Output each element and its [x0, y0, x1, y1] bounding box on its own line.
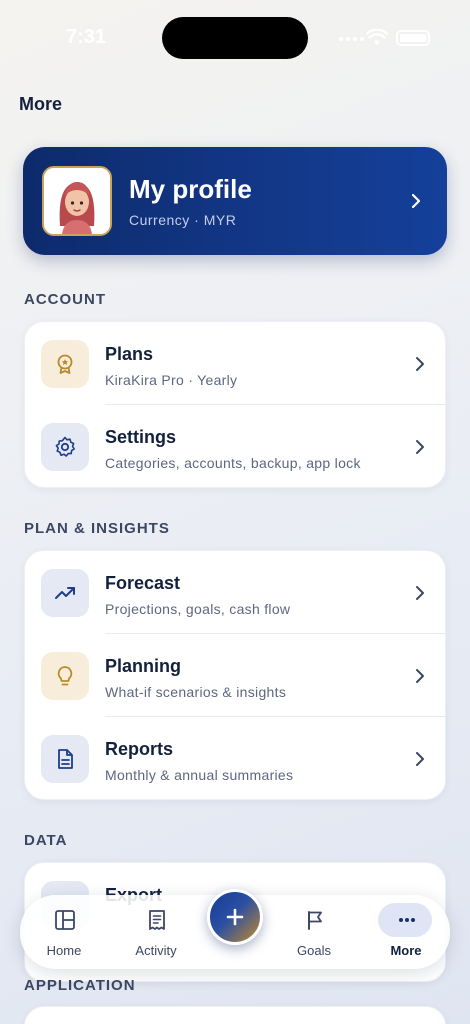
- list-item-subtitle: Projections, goals, cash flow: [105, 601, 291, 617]
- section-label-plan-insights: PLAN & INSIGHTS: [24, 520, 170, 537]
- trend-icon: [41, 569, 89, 617]
- list-item-planning[interactable]: Planning What-if scenarios & insights: [25, 634, 447, 717]
- tab-home[interactable]: Home: [24, 895, 104, 969]
- chevron-right-icon: [416, 357, 424, 371]
- tab-label: Activity: [135, 943, 177, 958]
- list-item-subtitle: Categories, accounts, backup, app lock: [105, 455, 361, 471]
- document-icon: [41, 735, 89, 783]
- dynamic-island: [162, 17, 308, 59]
- plus-icon: [226, 908, 244, 926]
- tab-label: Goals: [297, 943, 331, 958]
- tab-label: More: [390, 943, 422, 958]
- list-item-subtitle: Monthly & annual summaries: [105, 767, 294, 783]
- chevron-right-icon: [416, 669, 424, 683]
- battery-icon: [396, 30, 430, 46]
- gear-icon: [41, 423, 89, 471]
- list-item-title: Planning: [105, 656, 181, 676]
- more-dots-icon: [399, 918, 415, 922]
- cellular-signal-icon: [339, 37, 364, 41]
- chevron-right-icon: [416, 440, 424, 454]
- tab-label: Home: [46, 943, 82, 958]
- receipt-icon: [149, 910, 165, 930]
- profile-name: My profile: [129, 174, 252, 204]
- list-item-title: Settings: [105, 427, 177, 447]
- chevron-right-icon: [411, 193, 421, 209]
- list-item-subtitle: KiraKira Pro · Yearly: [105, 372, 238, 388]
- plan-insights-card: Forecast Projections, goals, cash flow P…: [24, 550, 447, 800]
- section-label-application: APPLICATION: [24, 977, 136, 994]
- tab-more[interactable]: More: [372, 895, 452, 969]
- list-item-settings[interactable]: Settings Categories, accounts, backup, a…: [25, 405, 447, 488]
- wifi-icon: [366, 29, 388, 45]
- list-item-reports[interactable]: Reports Monthly & annual summaries: [25, 717, 447, 800]
- avatar-illustration-icon: [44, 168, 110, 234]
- list-item-title: Reports: [105, 739, 174, 759]
- avatar: [42, 166, 112, 236]
- page-title: More: [19, 94, 63, 114]
- tab-goals[interactable]: Goals: [274, 895, 354, 969]
- chevron-right-icon: [416, 586, 424, 600]
- status-time: 7:31: [66, 26, 107, 48]
- profile-currency: Currency · MYR: [129, 212, 237, 228]
- award-icon: [41, 340, 89, 388]
- section-label-account: ACCOUNT: [24, 291, 106, 308]
- list-item-title: Forecast: [105, 573, 181, 593]
- list-item-subtitle: What-if scenarios & insights: [105, 684, 287, 700]
- section-label-data: DATA: [24, 832, 68, 849]
- application-card: [24, 1006, 446, 1024]
- tab-activity[interactable]: Activity: [116, 895, 196, 969]
- list-item-plans[interactable]: Plans KiraKira Pro · Yearly: [25, 322, 447, 405]
- profile-card[interactable]: My profile Currency · MYR: [23, 147, 447, 255]
- flag-icon: [308, 911, 322, 930]
- home-layout-icon: [55, 910, 75, 930]
- list-item-forecast[interactable]: Forecast Projections, goals, cash flow: [25, 551, 447, 634]
- lightbulb-icon: [41, 652, 89, 700]
- account-card: Plans KiraKira Pro · Yearly Settings Cat…: [24, 321, 447, 488]
- status-bar: 7:31: [0, 0, 470, 70]
- add-transaction-button[interactable]: [207, 889, 263, 945]
- chevron-right-icon: [416, 752, 424, 766]
- list-item-title: Plans: [105, 344, 154, 364]
